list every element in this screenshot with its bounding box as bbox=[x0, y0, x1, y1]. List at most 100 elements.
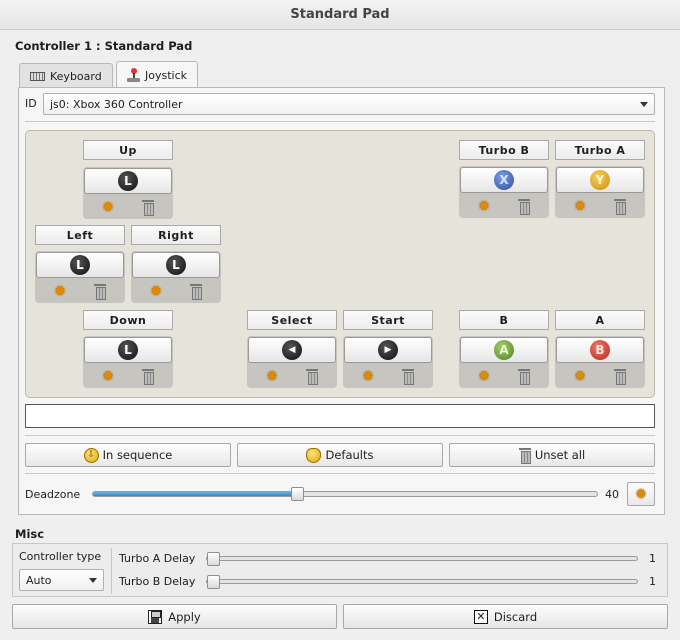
close-icon: ✕ bbox=[473, 609, 488, 624]
auto-detect-icon[interactable]: ✹ bbox=[102, 368, 115, 384]
download-arrow-icon: ⇩ bbox=[83, 447, 99, 463]
auto-detect-icon[interactable]: ✹ bbox=[102, 199, 115, 215]
tab-joystick[interactable]: Joystick bbox=[116, 61, 199, 88]
trash-icon[interactable] bbox=[614, 199, 627, 215]
a-button-icon: A bbox=[494, 340, 514, 360]
left-stick-up-icon: L bbox=[118, 171, 138, 191]
chevron-down-icon bbox=[640, 101, 648, 107]
id-label: ID bbox=[25, 97, 37, 110]
controller-type-select[interactable]: Auto bbox=[19, 569, 104, 591]
deadzone-slider-handle[interactable] bbox=[291, 487, 304, 501]
device-select[interactable]: js0: Xbox 360 Controller bbox=[43, 93, 655, 115]
binding-start-label: Start bbox=[343, 310, 433, 330]
trash-icon[interactable] bbox=[518, 199, 531, 215]
binding-turbo-b-label: Turbo B bbox=[459, 140, 549, 160]
in-sequence-button[interactable]: ⇩ In sequence bbox=[25, 443, 231, 467]
start-button-icon: ▶ bbox=[378, 340, 398, 360]
trash-icon[interactable] bbox=[190, 284, 203, 300]
binding-select: ◀ ✹ bbox=[247, 336, 337, 388]
back-button-icon: ◀ bbox=[282, 340, 302, 360]
window-title-bar[interactable]: Standard Pad bbox=[0, 0, 680, 30]
keyboard-icon bbox=[30, 71, 45, 81]
binding-up-button[interactable]: L bbox=[84, 168, 172, 194]
binding-turbo-b: X ✹ bbox=[459, 166, 549, 218]
turbo-a-delay-slider[interactable] bbox=[206, 552, 638, 566]
trash-icon[interactable] bbox=[614, 369, 627, 385]
auto-detect-icon[interactable]: ✹ bbox=[266, 368, 279, 384]
trash-icon bbox=[518, 448, 531, 464]
binding-turbo-a-button[interactable]: Y bbox=[556, 167, 644, 193]
auto-detect-icon: ✹ bbox=[634, 484, 648, 503]
left-stick-down-icon: L bbox=[118, 340, 138, 360]
binding-a-label: A bbox=[555, 310, 645, 330]
trash-icon[interactable] bbox=[142, 369, 155, 385]
left-stick-right-icon: L bbox=[166, 255, 186, 275]
binding-down-button[interactable]: L bbox=[84, 337, 172, 363]
binding-right: L ✹ bbox=[131, 251, 221, 303]
deadzone-detect-button[interactable]: ✹ bbox=[627, 482, 655, 506]
tab-keyboard[interactable]: Keyboard bbox=[19, 63, 113, 88]
binding-start: ▶ ✹ bbox=[343, 336, 433, 388]
joystick-icon bbox=[127, 68, 140, 82]
binding-select-button[interactable]: ◀ bbox=[248, 337, 336, 363]
save-icon bbox=[148, 609, 163, 624]
turbo-b-delay-value: 1 bbox=[649, 575, 656, 588]
discard-label: Discard bbox=[493, 609, 538, 624]
binding-start-button[interactable]: ▶ bbox=[344, 337, 432, 363]
defaults-icon bbox=[306, 447, 322, 463]
divider bbox=[25, 473, 655, 474]
in-sequence-label: In sequence bbox=[102, 448, 173, 462]
x-button-icon: X bbox=[494, 170, 514, 190]
binding-left-label: Left bbox=[35, 225, 125, 245]
binding-up: L ✹ bbox=[83, 167, 173, 219]
turbo-a-delay-value: 1 bbox=[649, 552, 656, 565]
trash-icon[interactable] bbox=[306, 369, 319, 385]
auto-detect-icon[interactable]: ✹ bbox=[574, 368, 587, 384]
binding-left-button[interactable]: L bbox=[36, 252, 124, 278]
discard-button[interactable]: ✕ Discard bbox=[343, 604, 668, 629]
defaults-button[interactable]: Defaults bbox=[237, 443, 443, 467]
binding-right-button[interactable]: L bbox=[132, 252, 220, 278]
auto-detect-icon[interactable]: ✹ bbox=[478, 368, 491, 384]
binding-down-label: Down bbox=[83, 310, 173, 330]
divider bbox=[25, 121, 655, 122]
deadzone-slider-fill bbox=[93, 492, 300, 496]
trash-icon[interactable] bbox=[142, 200, 155, 216]
controller-type-label: Controller type bbox=[19, 550, 102, 563]
apply-button[interactable]: Apply bbox=[12, 604, 337, 629]
trash-icon[interactable] bbox=[518, 369, 531, 385]
binding-a-button[interactable]: B bbox=[556, 337, 644, 363]
binding-turbo-b-button[interactable]: X bbox=[460, 167, 548, 193]
chevron-down-icon bbox=[89, 577, 97, 583]
defaults-label: Defaults bbox=[325, 448, 374, 462]
auto-detect-icon[interactable]: ✹ bbox=[362, 368, 375, 384]
trash-icon[interactable] bbox=[94, 284, 107, 300]
controller-type-value: Auto bbox=[26, 573, 52, 587]
divider bbox=[111, 548, 112, 594]
divider bbox=[25, 435, 655, 436]
trash-icon[interactable] bbox=[402, 369, 415, 385]
turbo-b-delay-handle[interactable] bbox=[207, 575, 220, 589]
unset-all-button[interactable]: Unset all bbox=[449, 443, 655, 467]
deadzone-slider[interactable] bbox=[92, 487, 598, 501]
binding-b-button[interactable]: A bbox=[460, 337, 548, 363]
auto-detect-icon[interactable]: ✹ bbox=[478, 198, 491, 214]
auto-detect-icon[interactable]: ✹ bbox=[54, 283, 67, 299]
turbo-a-delay-label: Turbo A Delay bbox=[119, 552, 196, 565]
window-title: Standard Pad bbox=[290, 7, 390, 22]
apply-label: Apply bbox=[168, 609, 201, 624]
auto-detect-icon[interactable]: ✹ bbox=[574, 198, 587, 214]
b-button-icon: B bbox=[590, 340, 610, 360]
turbo-a-delay-handle[interactable] bbox=[207, 552, 220, 566]
binding-a: B ✹ bbox=[555, 336, 645, 388]
misc-heading: Misc bbox=[15, 527, 45, 541]
deadzone-value: 40 bbox=[605, 488, 619, 501]
binding-right-label: Right bbox=[131, 225, 221, 245]
turbo-b-delay-slider[interactable] bbox=[206, 575, 638, 589]
binding-turbo-a: Y ✹ bbox=[555, 166, 645, 218]
binding-select-label: Select bbox=[247, 310, 337, 330]
auto-detect-icon[interactable]: ✹ bbox=[150, 283, 163, 299]
status-field bbox=[25, 404, 655, 428]
binding-turbo-a-label: Turbo A bbox=[555, 140, 645, 160]
y-button-icon: Y bbox=[590, 170, 610, 190]
